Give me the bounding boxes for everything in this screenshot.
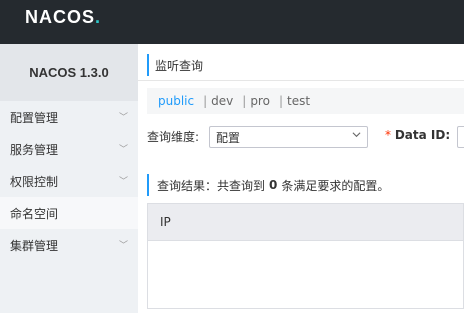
chevron-down-icon: ﹀ [118,241,128,251]
column-header-ip: IP [160,215,171,229]
sidebar-item-label: 权限控制 [10,174,59,189]
result-suffix: 条满足要求的配置。 [281,178,390,193]
query-dimension-label: 查询维度: [147,130,200,144]
main-content: 监听查询 public | dev | pro | test 查询维度: 配置 … [138,44,464,313]
chevron-down-icon: ﹀ [118,145,128,155]
sidebar-item-config-management[interactable]: 配置管理 ﹀ [0,101,138,133]
namespace-separator: | [203,94,208,108]
required-mark: * [385,128,391,142]
sidebar-item-label: 命名空间 [10,206,59,221]
divider [138,80,464,81]
logo-text: NACOS [25,7,96,27]
namespace-separator: | [242,94,247,108]
chevron-down-icon: ﹀ [118,177,128,187]
logo-dot: . [95,7,102,27]
sidebar-item-access-control[interactable]: 权限控制 ﹀ [0,165,138,197]
sidebar: NACOS 1.3.0 配置管理 ﹀ 服务管理 ﹀ 权限控制 ﹀ 命名空间 集群… [0,44,138,313]
chevron-down-icon [352,132,361,138]
namespace-tab-dev[interactable]: dev [211,94,233,108]
namespace-tab-public[interactable]: public [158,94,194,108]
sidebar-item-label: 配置管理 [10,110,59,125]
query-dimension-select[interactable]: 配置 [209,126,368,148]
data-id-label: * Data ID: [385,128,450,142]
sidebar-item-namespace[interactable]: 命名空间 [0,197,138,229]
result-prefix: 查询结果：共查询到 [157,178,266,193]
page-title: 监听查询 [147,54,203,76]
sidebar-item-label: 服务管理 [10,142,59,157]
sidebar-item-label: 集群管理 [10,238,59,253]
data-id-input[interactable] [457,126,464,148]
select-value: 配置 [216,130,241,145]
chevron-down-icon: ﹀ [118,113,128,123]
table-body-empty [147,241,464,309]
query-result-summary: 查询结果：共查询到 0 条满足要求的配置。 [147,174,389,196]
namespace-bar: public | dev | pro | test [147,88,464,114]
namespace-separator: | [278,94,283,108]
result-count: 0 [269,178,278,192]
top-bar: NACOS. [0,0,464,44]
sidebar-item-cluster-management[interactable]: 集群管理 ﹀ [0,229,138,261]
namespace-tab-test[interactable]: test [287,94,310,108]
version-label: NACOS 1.3.0 [0,44,138,101]
data-id-label-text: Data ID: [394,128,451,142]
sidebar-item-service-management[interactable]: 服务管理 ﹀ [0,133,138,165]
namespace-tab-pro[interactable]: pro [250,94,270,108]
nacos-logo[interactable]: NACOS. [25,7,101,28]
table-header: IP [147,203,464,241]
